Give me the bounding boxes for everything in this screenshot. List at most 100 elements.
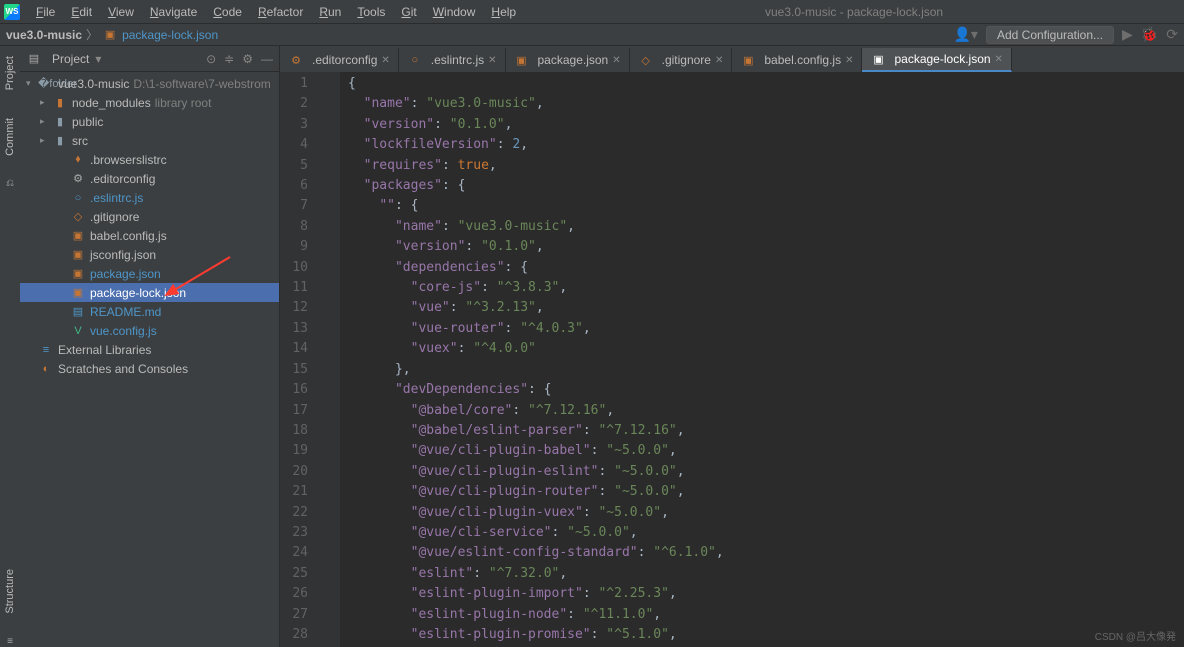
tree-item-vue3-0-music[interactable]: ▾�foldervue3.0-musicD:\1-software\7-webs…: [20, 74, 279, 93]
update-icon[interactable]: ⟳: [1166, 26, 1178, 43]
line-number[interactable]: 10: [280, 258, 308, 278]
menu-help[interactable]: Help: [483, 5, 524, 19]
tree-item--gitignore[interactable]: ◇.gitignore: [20, 207, 279, 226]
code-line[interactable]: "eslint-plugin-promise": "^5.1.0",: [348, 625, 1184, 645]
close-icon[interactable]: ✕: [612, 55, 620, 66]
code-line[interactable]: "@babel/eslint-parser": "^7.12.16",: [348, 421, 1184, 441]
tree-item-scratches-and-consoles[interactable]: ◐Scratches and Consoles: [20, 359, 279, 378]
code-line[interactable]: "vue-router": "^4.0.3",: [348, 319, 1184, 339]
breadcrumb-project[interactable]: vue3.0-music: [6, 28, 82, 42]
line-number[interactable]: 5: [280, 156, 308, 176]
line-number[interactable]: 7: [280, 196, 308, 216]
line-number[interactable]: 27: [280, 605, 308, 625]
code-line[interactable]: "name": "vue3.0-music",: [348, 217, 1184, 237]
line-number[interactable]: 14: [280, 339, 308, 359]
line-number[interactable]: 2: [280, 94, 308, 114]
tree-item-external-libraries[interactable]: ≡External Libraries: [20, 340, 279, 359]
code-line[interactable]: "requires": true,: [348, 156, 1184, 176]
menu-git[interactable]: Git: [393, 5, 424, 19]
project-tree[interactable]: ▾�foldervue3.0-musicD:\1-software\7-webs…: [20, 72, 279, 647]
code-line[interactable]: "lockfileVersion": 2,: [348, 135, 1184, 155]
code-line[interactable]: "name": "vue3.0-music",: [348, 94, 1184, 114]
code-line[interactable]: "": {: [348, 196, 1184, 216]
line-number[interactable]: 26: [280, 584, 308, 604]
line-gutter[interactable]: 1234567891011121314151617181920212223242…: [280, 72, 316, 647]
code-line[interactable]: "dependencies": {: [348, 258, 1184, 278]
code-line[interactable]: {: [348, 74, 1184, 94]
line-number[interactable]: 11: [280, 278, 308, 298]
run-icon[interactable]: ▶: [1122, 26, 1133, 43]
code-line[interactable]: "devDependencies": {: [348, 380, 1184, 400]
tree-item-package-json[interactable]: ▣package.json: [20, 264, 279, 283]
code-line[interactable]: },: [348, 360, 1184, 380]
code-line[interactable]: "eslint-plugin-import": "^2.25.3",: [348, 584, 1184, 604]
tree-item-node-modules[interactable]: ▸▮node_moduleslibrary root: [20, 93, 279, 112]
line-number[interactable]: 17: [280, 401, 308, 421]
menu-run[interactable]: Run: [311, 5, 349, 19]
tab-package-lock-json[interactable]: ▣package-lock.json✕: [862, 48, 1011, 72]
tree-item--browserslistrc[interactable]: ⬧.browserslistrc: [20, 150, 279, 169]
line-number[interactable]: 15: [280, 360, 308, 380]
code-line[interactable]: "@vue/eslint-config-standard": "^6.1.0",: [348, 543, 1184, 563]
add-configuration-button[interactable]: Add Configuration...: [986, 26, 1114, 44]
tree-item--eslintrc-js[interactable]: ○.eslintrc.js: [20, 188, 279, 207]
tab--eslintrc-js[interactable]: ○.eslintrc.js✕: [399, 48, 506, 72]
code-line[interactable]: "@vue/cli-plugin-router": "~5.0.0",: [348, 482, 1184, 502]
line-number[interactable]: 24: [280, 543, 308, 563]
code-line[interactable]: "vue": "^3.2.13",: [348, 298, 1184, 318]
tree-item-public[interactable]: ▸▮public: [20, 112, 279, 131]
line-number[interactable]: 25: [280, 564, 308, 584]
debug-icon[interactable]: 🐞: [1141, 26, 1158, 43]
expand-icon[interactable]: ▸: [40, 116, 52, 127]
gear-icon[interactable]: ⚙: [242, 52, 253, 66]
line-number[interactable]: 6: [280, 176, 308, 196]
tree-item-jsconfig-json[interactable]: ▣jsconfig.json: [20, 245, 279, 264]
tab--gitignore[interactable]: ◇.gitignore✕: [630, 48, 733, 72]
line-number[interactable]: 19: [280, 441, 308, 461]
menu-navigate[interactable]: Navigate: [142, 5, 205, 19]
line-number[interactable]: 1: [280, 74, 308, 94]
code-line[interactable]: "core-js": "^3.8.3",: [348, 278, 1184, 298]
menu-file[interactable]: File: [28, 5, 63, 19]
expand-icon[interactable]: ▾: [26, 78, 38, 89]
tree-item-vue-config-js[interactable]: Vvue.config.js: [20, 321, 279, 340]
fold-gutter[interactable]: [316, 72, 340, 647]
tool-tab-project[interactable]: Project: [4, 50, 16, 96]
line-number[interactable]: 18: [280, 421, 308, 441]
tab--editorconfig[interactable]: ⚙.editorconfig✕: [280, 48, 399, 72]
line-number[interactable]: 12: [280, 298, 308, 318]
line-number[interactable]: 20: [280, 462, 308, 482]
close-icon[interactable]: ✕: [381, 55, 389, 66]
tool-tab-commit[interactable]: Commit: [4, 112, 16, 162]
code-line[interactable]: "eslint-plugin-node": "^11.1.0",: [348, 605, 1184, 625]
menu-edit[interactable]: Edit: [63, 5, 100, 19]
expand-icon[interactable]: ▸: [40, 97, 52, 108]
close-icon[interactable]: ✕: [488, 55, 496, 66]
tree-item-readme-md[interactable]: ▤README.md: [20, 302, 279, 321]
menu-view[interactable]: View: [100, 5, 142, 19]
code-line[interactable]: "@vue/cli-plugin-vuex": "~5.0.0",: [348, 503, 1184, 523]
hide-icon[interactable]: —: [261, 52, 273, 66]
code-line[interactable]: "version": "0.1.0",: [348, 115, 1184, 135]
tab-package-json[interactable]: ▣package.json✕: [506, 48, 630, 72]
code-line[interactable]: "version": "0.1.0",: [348, 237, 1184, 257]
line-number[interactable]: 21: [280, 482, 308, 502]
line-number[interactable]: 3: [280, 115, 308, 135]
tree-item-babel-config-js[interactable]: ▣babel.config.js: [20, 226, 279, 245]
project-pane-title[interactable]: Project: [52, 52, 89, 66]
avatar-icon[interactable]: 👤▾: [954, 26, 978, 43]
chevron-down-icon[interactable]: ▾: [95, 52, 101, 66]
select-opened-icon[interactable]: ⊙: [206, 52, 216, 66]
tab-babel-config-js[interactable]: ▣babel.config.js✕: [732, 48, 862, 72]
vcs-icon[interactable]: ⎌: [6, 178, 14, 189]
tree-item-package-lock-json[interactable]: ▣package-lock.json: [20, 283, 279, 302]
menu-refactor[interactable]: Refactor: [250, 5, 311, 19]
menu-code[interactable]: Code: [205, 5, 250, 19]
close-icon[interactable]: ✕: [845, 55, 853, 66]
code-line[interactable]: "@babel/core": "^7.12.16",: [348, 401, 1184, 421]
code-line[interactable]: "@vue/cli-plugin-eslint": "~5.0.0",: [348, 462, 1184, 482]
code-line[interactable]: "packages": {: [348, 176, 1184, 196]
line-number[interactable]: 28: [280, 625, 308, 645]
line-number[interactable]: 16: [280, 380, 308, 400]
line-number[interactable]: 23: [280, 523, 308, 543]
